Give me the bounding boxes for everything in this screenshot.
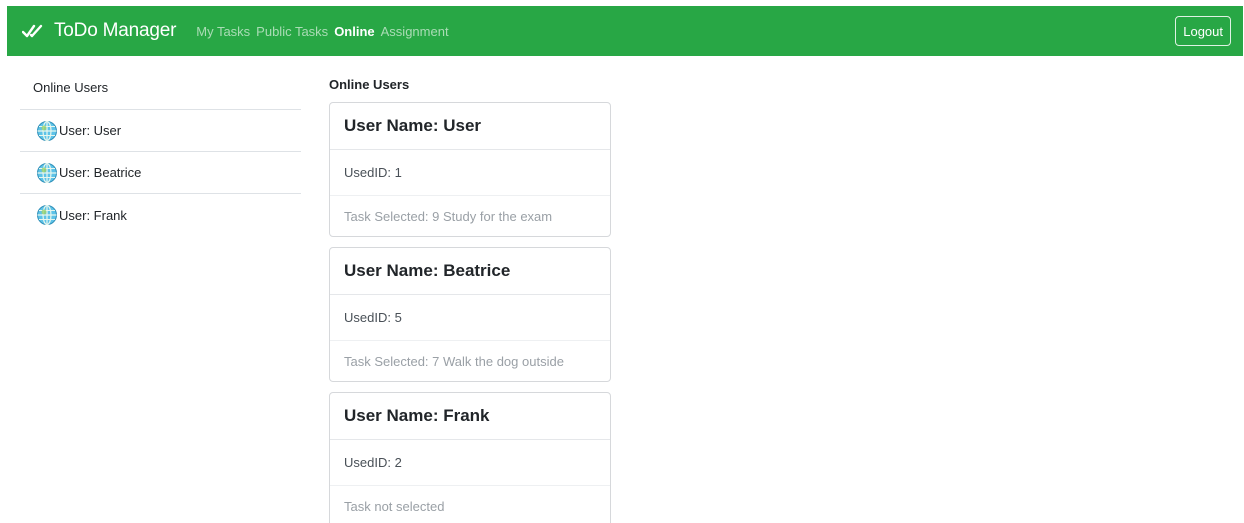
brand[interactable]: ToDo Manager	[22, 20, 176, 42]
globe-icon	[37, 120, 57, 141]
main-content: Online Users User Name: User UsedID: 1 T…	[329, 66, 611, 523]
sidebar-item-label: User: Frank	[59, 207, 127, 223]
sidebar-item-user[interactable]: User: User	[20, 110, 301, 152]
globe-icon	[37, 162, 57, 183]
logout-button[interactable]: Logout	[1175, 16, 1231, 46]
card-task: Task Selected: 9 Study for the exam	[344, 208, 553, 224]
nav-links: My Tasks Public Tasks Online Assignment	[196, 24, 454, 39]
card-task: Task Selected: 7 Walk the dog outside	[344, 353, 564, 369]
brand-title: ToDo Manager	[54, 20, 177, 41]
nav-link-public-tasks[interactable]: Public Tasks	[256, 24, 328, 39]
card-user-id: UsedID: 1	[330, 150, 610, 196]
nav-link-online[interactable]: Online	[334, 24, 374, 39]
globe-icon	[37, 204, 57, 226]
card-user-name: User Name: Frank	[330, 393, 610, 440]
user-card: User Name: Frank UsedID: 2 Task not sele…	[329, 392, 611, 523]
page-title: Online Users	[329, 76, 410, 92]
sidebar-item-label: User: Beatrice	[59, 165, 142, 180]
card-user-name: User Name: User	[330, 103, 610, 150]
sidebar-item-beatrice[interactable]: User: Beatrice	[20, 152, 301, 194]
sidebar-item-label: User: User	[59, 123, 122, 138]
user-card: User Name: Beatrice UsedID: 5 Task Selec…	[329, 247, 611, 382]
nav-link-assignment[interactable]: Assignment	[381, 24, 449, 39]
sidebar-item-frank[interactable]: User: Frank	[20, 194, 301, 236]
sidebar: Online Users User: User User: Beatrice U…	[20, 66, 301, 236]
nav-link-my-tasks[interactable]: My Tasks	[196, 24, 250, 39]
double-check-icon	[22, 24, 43, 38]
top-navbar: ToDo Manager My Tasks Public Tasks Onlin…	[7, 6, 1243, 56]
card-user-id: UsedID: 5	[330, 295, 610, 341]
sidebar-header: Online Users	[20, 66, 301, 110]
card-user-id: UsedID: 2	[330, 440, 610, 486]
card-user-name: User Name: Beatrice	[330, 248, 610, 295]
user-card: User Name: User UsedID: 1 Task Selected:…	[329, 102, 611, 237]
card-task: Task not selected	[344, 498, 445, 514]
